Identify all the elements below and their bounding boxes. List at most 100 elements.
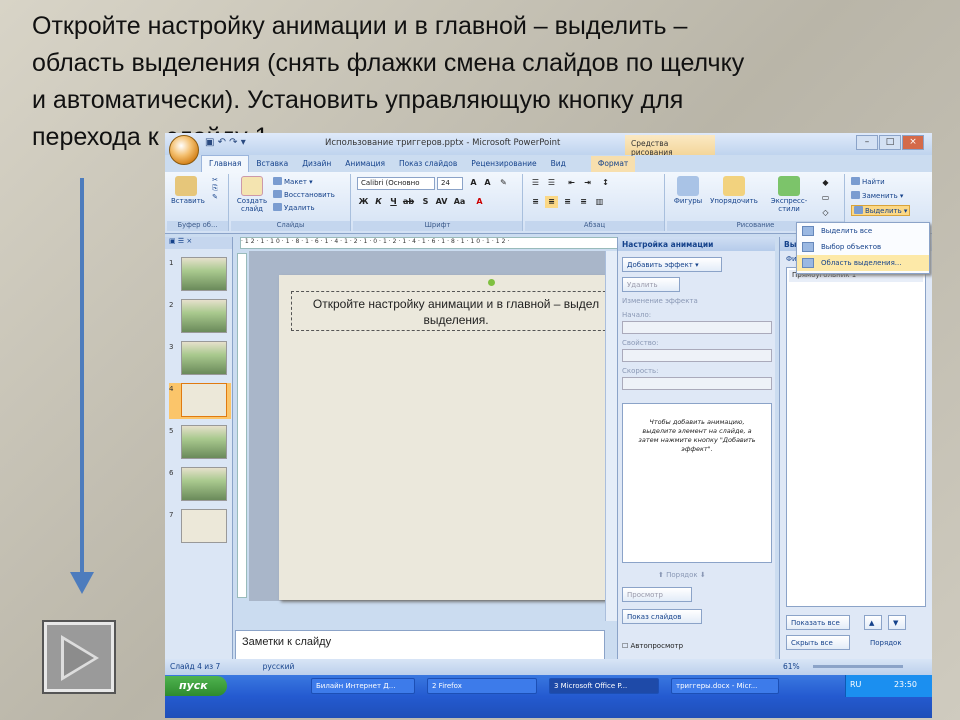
- close-icon[interactable]: ×: [902, 135, 924, 150]
- office-button[interactable]: [169, 135, 199, 165]
- reset-button[interactable]: Восстановить: [273, 190, 335, 199]
- property-select[interactable]: [622, 349, 772, 362]
- vertical-scrollbar[interactable]: [605, 251, 617, 621]
- menu-item-selection-pane[interactable]: Область выделения...: [797, 255, 929, 271]
- bold-button[interactable]: Ж: [357, 196, 370, 208]
- italic-button[interactable]: К: [372, 196, 385, 208]
- font-group-label: Шрифт: [353, 221, 522, 231]
- tab-animation[interactable]: Анимация: [338, 156, 392, 173]
- spacing-button[interactable]: AV: [435, 196, 448, 208]
- quick-access-toolbar[interactable]: ▣ ↶ ↷ ▾: [205, 137, 246, 148]
- input-language[interactable]: RU: [850, 680, 861, 689]
- align-center-button[interactable]: ≡: [545, 196, 558, 208]
- align-right-button[interactable]: ≡: [561, 196, 574, 208]
- thumbnail-slide-6[interactable]: 6: [169, 467, 231, 503]
- columns-button[interactable]: ▥: [593, 196, 606, 208]
- strike-button[interactable]: ab: [402, 196, 415, 208]
- zoom-slider[interactable]: [813, 665, 903, 668]
- outdent-button[interactable]: ⇥: [581, 177, 594, 189]
- tab-view[interactable]: Вид: [544, 156, 573, 173]
- bullets-button[interactable]: ☰: [529, 177, 542, 189]
- start-button[interactable]: пуск: [165, 676, 227, 696]
- case-button[interactable]: Aa: [453, 196, 466, 208]
- move-down-icon[interactable]: ▼: [888, 615, 906, 630]
- tab-insert[interactable]: Вставка: [249, 156, 295, 173]
- find-button[interactable]: Найти: [851, 177, 885, 186]
- move-up-icon[interactable]: ▲: [864, 615, 882, 630]
- animation-list[interactable]: Чтобы добавить анимацию, выделите элемен…: [622, 403, 772, 563]
- speed-select[interactable]: [622, 377, 772, 390]
- shapes-button[interactable]: Фигуры: [671, 176, 705, 205]
- zoom-level[interactable]: 61%: [783, 662, 800, 671]
- shadow-button[interactable]: S: [419, 196, 432, 208]
- fill-icon[interactable]: ◆: [819, 177, 832, 189]
- clear-format-button[interactable]: ✎: [497, 177, 510, 189]
- drawing-tools-context: Средства рисования: [625, 135, 715, 157]
- thumbnail-slide-5[interactable]: 5: [169, 425, 231, 461]
- preview-button[interactable]: Просмотр: [622, 587, 692, 602]
- notes-area[interactable]: Заметки к слайду: [235, 630, 605, 660]
- reorder-row[interactable]: ⬆ Порядок ⬇: [658, 571, 706, 579]
- justify-button[interactable]: ≡: [577, 196, 590, 208]
- thumbnail-slide-3[interactable]: 3: [169, 341, 231, 377]
- slide-canvas[interactable]: Откройте настройку анимации и в главной …: [279, 275, 621, 600]
- font-size-select[interactable]: 24: [437, 177, 463, 190]
- tab-home[interactable]: Главная: [201, 155, 250, 172]
- effects-icon[interactable]: ◇: [819, 207, 832, 219]
- shrink-font-button[interactable]: A: [481, 177, 494, 189]
- outline-icon[interactable]: ▭: [819, 192, 832, 204]
- add-effect-button[interactable]: Добавить эффект ▾: [622, 257, 722, 272]
- tab-format[interactable]: Формат: [590, 156, 636, 173]
- slideshow-button[interactable]: Показ слайдов: [622, 609, 702, 624]
- minimize-icon[interactable]: –: [856, 135, 878, 150]
- arrange-button[interactable]: Упорядочить: [707, 176, 761, 205]
- thumbnail-slide-7[interactable]: 7: [169, 509, 231, 545]
- cut-copy-buttons[interactable]: ✂ ⎘ ✎: [205, 176, 225, 201]
- language-indicator[interactable]: русский: [263, 662, 295, 671]
- thumbnail-slide-4[interactable]: 4: [169, 383, 231, 419]
- shapes-icon: [677, 176, 699, 196]
- tab-slideshow[interactable]: Показ слайдов: [392, 156, 464, 173]
- align-left-button[interactable]: ≡: [529, 196, 542, 208]
- thumbnail-slide-1[interactable]: 1: [169, 257, 231, 293]
- taskbar-item-firefox[interactable]: 2 Firefox: [427, 678, 537, 694]
- thumbnail-tabs[interactable]: ▣ ☰ ×: [165, 237, 232, 249]
- hide-all-button[interactable]: Скрыть все: [786, 635, 850, 650]
- indent-button[interactable]: ⇤: [565, 177, 578, 189]
- paste-button[interactable]: Вставить: [171, 176, 205, 205]
- font-family-select[interactable]: Calibri (Основно: [357, 177, 435, 190]
- rotation-handle[interactable]: [488, 279, 495, 286]
- tab-design[interactable]: Дизайн: [295, 156, 338, 173]
- line-spacing-button[interactable]: ↕: [599, 177, 612, 189]
- thumbnail-image: [181, 341, 227, 375]
- menu-item-select-objects[interactable]: Выбор объектов: [797, 239, 929, 255]
- select-button[interactable]: Выделить ▾: [851, 205, 911, 216]
- tab-review[interactable]: Рецензирование: [464, 156, 543, 173]
- show-all-button[interactable]: Показать все: [786, 615, 850, 630]
- title-textbox[interactable]: Откройте настройку анимации и в главной …: [291, 279, 621, 331]
- taskbar-item-beeline[interactable]: Билайн Интернет Д...: [311, 678, 415, 694]
- new-slide-button[interactable]: Создать слайд: [235, 176, 269, 213]
- next-slide-action-button[interactable]: [42, 620, 116, 694]
- powerpoint-screenshot: ▣ ↶ ↷ ▾ Использование триггеров.pptx - M…: [165, 133, 932, 718]
- quick-styles-button[interactable]: Экспресс-стили: [763, 176, 815, 213]
- taskbar-item-word[interactable]: триггеры.docx - Micr...: [671, 678, 779, 694]
- thumbnail-slide-2[interactable]: 2: [169, 299, 231, 335]
- delete-slide-button[interactable]: Удалить: [273, 203, 315, 212]
- replace-label: Заменить ▾: [862, 192, 904, 200]
- font-color-button[interactable]: A: [473, 196, 486, 208]
- new-slide-label: Создать слайд: [236, 197, 268, 213]
- maximize-icon[interactable]: □: [879, 135, 901, 150]
- taskbar-item-powerpoint[interactable]: 3 Microsoft Office P...: [549, 678, 659, 694]
- underline-button[interactable]: Ч: [387, 196, 400, 208]
- layout-button[interactable]: Макет ▾: [273, 177, 313, 186]
- menu-item-select-all[interactable]: Выделить все: [797, 223, 929, 239]
- numbering-button[interactable]: ☰: [545, 177, 558, 189]
- thumbnail-number: 4: [169, 385, 174, 393]
- grow-font-button[interactable]: A: [467, 177, 480, 189]
- replace-button[interactable]: Заменить ▾: [851, 191, 903, 200]
- remove-effect-button[interactable]: Удалить: [622, 277, 680, 292]
- autopreview-checkbox[interactable]: ☐ Автопросмотр: [622, 642, 683, 650]
- down-arrow-icon: [70, 572, 94, 594]
- start-select[interactable]: [622, 321, 772, 334]
